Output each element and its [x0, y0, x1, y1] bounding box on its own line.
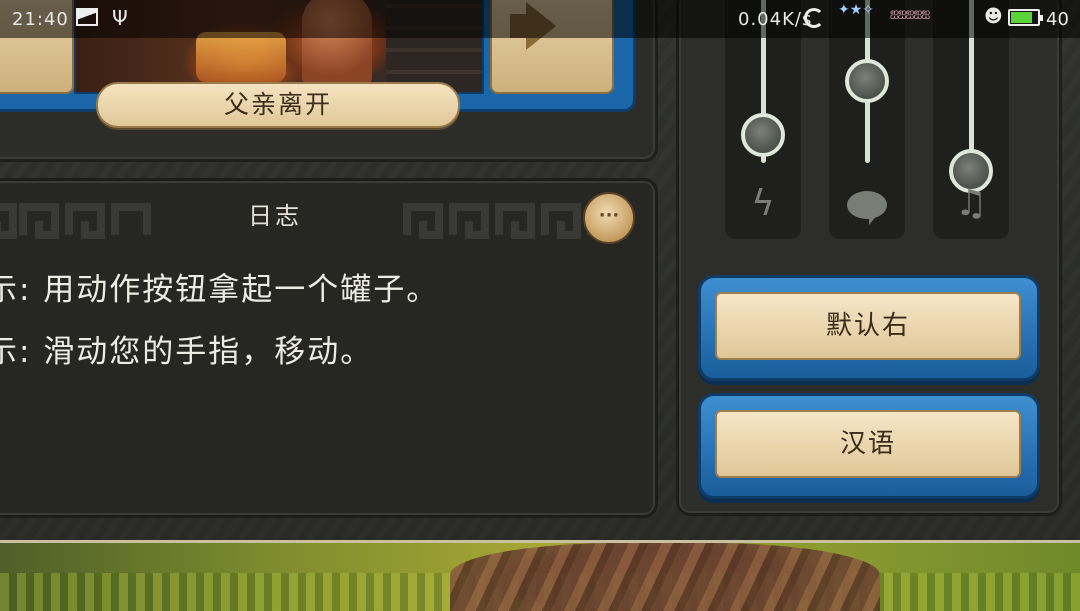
sync-icon	[804, 8, 824, 28]
status-bar: 21:40 Ψ 0.04K/s ✦★✧ ஐஐஐஐஐ ☻ 40	[0, 0, 1080, 38]
battery-level: 40	[1046, 9, 1069, 30]
slider-knob[interactable]	[741, 113, 785, 157]
slider-knob[interactable]	[845, 59, 889, 103]
speech-bubble-icon	[847, 191, 887, 225]
music-note-icon: ♫	[954, 183, 988, 224]
greek-key-ornament-left	[0, 203, 151, 239]
language-button[interactable]: 汉语	[698, 393, 1040, 499]
battery-icon	[1008, 9, 1043, 26]
character-stickers-icon: ஐஐஐஐஐ	[890, 6, 930, 19]
language-label: 汉语	[715, 410, 1021, 478]
image-notification-icon	[76, 8, 98, 26]
stars-icon: ✦★✧	[838, 2, 875, 18]
log-entry: 示: 滑动您的手指，移动。	[0, 334, 374, 370]
usb-icon: Ψ	[112, 6, 128, 30]
log-entry: 示: 用动作按钮拿起一个罐子。	[0, 272, 440, 308]
game-scene-background	[0, 540, 1080, 611]
scene-rock	[450, 543, 880, 611]
button-layout-default-right[interactable]: 默认右	[698, 275, 1040, 381]
lightning-icon: ϟ	[751, 183, 775, 224]
scene-lamp	[196, 32, 286, 82]
button-layout-label: 默认右	[715, 292, 1021, 360]
log-title: 日志	[248, 202, 302, 230]
log-more-button[interactable]: ···	[583, 192, 635, 244]
face-icon: ☻	[984, 6, 1003, 27]
network-speed: 0.04K/s	[738, 9, 813, 30]
chapter-title: 父亲离开	[96, 82, 460, 128]
clock: 21:40	[12, 9, 69, 30]
